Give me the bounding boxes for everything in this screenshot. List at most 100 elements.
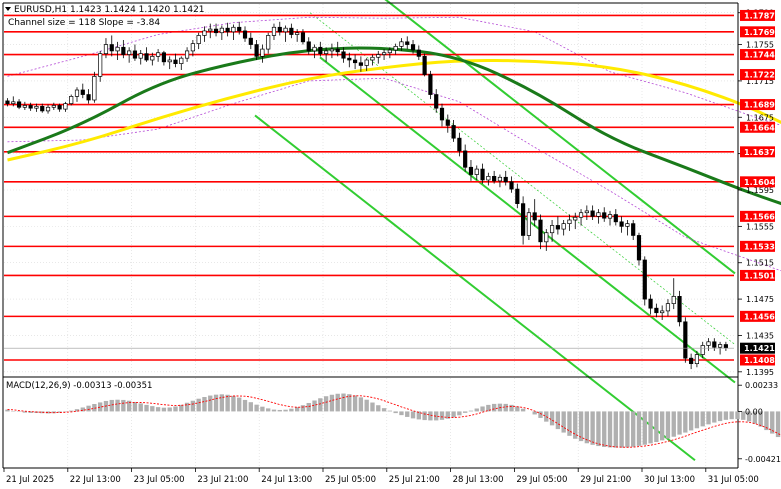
bearish-candle-body (422, 56, 427, 75)
price-tick-label: 1.1475 (746, 295, 774, 304)
bullish-candle-body (98, 53, 103, 77)
bearish-candle-body (410, 44, 416, 51)
level-label: 1.1769 (740, 26, 775, 38)
bullish-candle-body (607, 214, 613, 219)
bullish-candle-body (231, 26, 236, 33)
bullish-candle-body (156, 52, 161, 57)
bullish-candle-body (561, 223, 566, 230)
price-chart[interactable]: 1.17901.17551.17151.16751.16351.15951.15… (0, 0, 781, 489)
bearish-candle-body (521, 203, 526, 236)
bullish-candle-body (526, 212, 531, 236)
bearish-candle-body (277, 26, 282, 33)
bearish-candle-body (335, 48, 340, 53)
level-label-text: 1.1408 (744, 356, 775, 365)
bullish-candle-body (34, 106, 39, 109)
bullish-candle-body (208, 28, 213, 32)
bearish-candle-body (341, 51, 346, 59)
time-axis-label: 25 Jul 21:00 (389, 475, 440, 485)
bearish-candle-body (590, 210, 595, 217)
bullish-candle-body (370, 56, 375, 61)
symbol-header-text: EURUSD,H1 1.1423 1.1424 1.1420 1.1421 (14, 5, 205, 15)
bearish-candle-body (254, 44, 259, 57)
bearish-candle-body (353, 59, 358, 64)
bearish-candle-body (457, 137, 462, 152)
time-axis-label: 25 Jul 05:00 (325, 475, 376, 485)
bearish-candle-body (723, 344, 728, 349)
level-label: 1.1456 (740, 310, 775, 322)
bullish-candle-body (260, 48, 265, 57)
level-label: 1.1722 (740, 69, 775, 81)
level-label: 1.1604 (740, 176, 775, 188)
level-label: 1.1664 (740, 121, 775, 133)
bearish-candle-body (428, 74, 433, 95)
price-tick-label: 1.1595 (746, 186, 774, 195)
bearish-candle-body (492, 176, 497, 182)
bearish-candle-body (503, 176, 508, 183)
level-label: 1.1501 (740, 269, 775, 281)
level-label-text: 1.1566 (744, 212, 775, 221)
macd-label: MACD(12,26,9) -0.00313 -0.00351 (6, 381, 152, 391)
bearish-candle-body (289, 27, 294, 35)
candle (677, 290, 682, 327)
price-tick-label: 1.1755 (746, 41, 774, 50)
current-price-label: 1.1421 (740, 342, 775, 354)
bearish-candle-body (631, 223, 636, 236)
bearish-candle-body (538, 219, 543, 243)
bullish-candle-body (167, 59, 172, 63)
bullish-candle-body (11, 101, 16, 104)
bearish-candle-body (306, 41, 311, 52)
bearish-candle-body (602, 212, 607, 219)
bearish-candle-body (463, 150, 468, 168)
bearish-candle-body (121, 46, 126, 55)
bullish-candle-body (700, 345, 705, 355)
bearish-candle-body (509, 181, 514, 190)
price-tick-label: 1.1395 (746, 368, 774, 377)
bullish-candle-body (127, 50, 132, 55)
bearish-candle-body (86, 94, 91, 101)
bearish-candle-body (5, 100, 10, 104)
bearish-candle-body (358, 62, 363, 66)
bearish-candle-body (57, 105, 62, 110)
level-label: 1.1408 (740, 354, 775, 366)
bearish-candle-body (677, 296, 682, 323)
bullish-candle-body (22, 105, 27, 108)
bullish-candle-body (596, 212, 601, 217)
bullish-candle-body (694, 354, 700, 364)
bullish-candle-body (74, 89, 80, 97)
bearish-candle-body (248, 37, 253, 45)
bearish-candle-body (648, 298, 653, 309)
level-label-text: 1.1787 (744, 11, 775, 20)
bearish-candle-body (40, 106, 45, 112)
macd-tick-label: 0.00 (745, 407, 763, 416)
time-axis-label: 30 Jul 13:00 (644, 475, 695, 485)
bullish-candle-body (283, 27, 288, 33)
bullish-candle-body (92, 76, 97, 101)
bullish-candle-body (295, 32, 300, 35)
bearish-candle-body (642, 259, 647, 300)
bullish-candle-body (567, 219, 572, 224)
price-tick-label: 1.1435 (746, 331, 774, 340)
candle (92, 71, 97, 103)
bearish-candle-body (144, 53, 149, 61)
level-label-text: 1.1637 (744, 148, 775, 157)
level-label-text: 1.1456 (744, 312, 775, 321)
bullish-candle-body (399, 41, 404, 47)
level-label: 1.1744 (740, 49, 775, 61)
bearish-candle-body (347, 57, 352, 61)
level-label: 1.1689 (740, 99, 775, 111)
time-axis-label: 24 Jul 13:00 (261, 475, 312, 485)
candle (422, 53, 427, 77)
bullish-candle-body (324, 50, 329, 54)
time-axis-label: 23 Jul 05:00 (134, 475, 185, 485)
bullish-candle-body (578, 212, 584, 218)
bullish-candle-body (497, 176, 503, 182)
bearish-candle-body (16, 101, 22, 108)
bearish-candle-body (132, 50, 138, 59)
bullish-candle-body (202, 30, 207, 36)
bearish-candle-body (405, 41, 410, 45)
bearish-candle-body (636, 235, 642, 261)
candle (69, 94, 74, 106)
bullish-candle-body (671, 296, 676, 304)
bullish-candle-body (115, 46, 120, 52)
time-axis-label: 29 Jul 05:00 (516, 475, 567, 485)
